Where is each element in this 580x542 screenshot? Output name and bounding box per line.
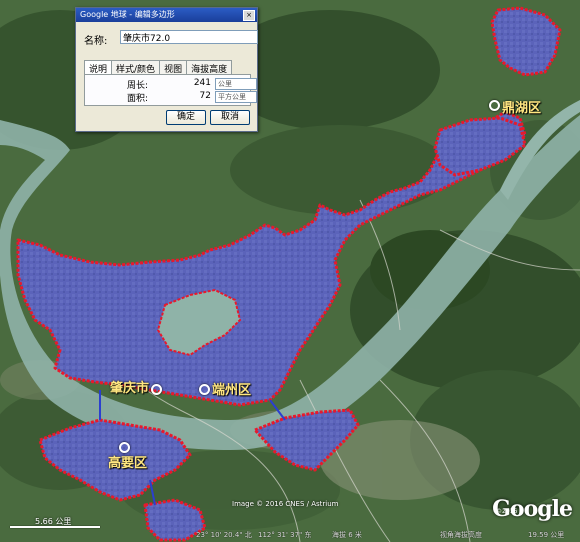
area-row: 面积: 72 平方公里 xyxy=(127,91,257,104)
status-footer: 23° 10' 20.4" 北 112° 31' 37" 东 海拔 6 米 视角… xyxy=(0,528,580,542)
cancel-button[interactable]: 取消 xyxy=(210,110,250,125)
measurement-panel: 周长: 241 公里 面积: 72 平方公里 xyxy=(84,74,257,106)
perimeter-row: 周长: 241 公里 xyxy=(127,78,257,91)
imagery-copyright: Image © 2016 CNES / Astrium xyxy=(232,500,339,508)
area-value: 72 xyxy=(199,91,211,101)
ok-button[interactable]: 确定 xyxy=(166,110,206,125)
place-label-duanzhou: 端州区 xyxy=(212,383,252,398)
dinghu-marker[interactable] xyxy=(489,100,500,111)
logo-year: ©2016 xyxy=(496,508,518,515)
area-unit-select[interactable]: 平方公里 xyxy=(215,91,257,103)
footer-altitude: 海拔 6 米 xyxy=(332,531,362,539)
zhaoqing-marker[interactable] xyxy=(151,384,162,395)
area-label: 面积: xyxy=(127,94,149,104)
footer-longitude: 112° 31' 37" 东 xyxy=(258,531,312,539)
footer-eye-label: 视角海拔高度 xyxy=(440,531,482,539)
duanzhou-marker[interactable] xyxy=(199,384,210,395)
perimeter-unit-select[interactable]: 公里 xyxy=(215,78,257,90)
footer-latitude: 23° 10' 20.4" 北 xyxy=(196,531,252,539)
perimeter-label: 周长: xyxy=(127,81,149,91)
perimeter-value: 241 xyxy=(193,78,211,88)
place-label-dinghu: 鼎湖区 xyxy=(502,101,542,116)
name-row: 名称: xyxy=(84,30,258,47)
place-label-zhaoqing: 肇庆市 xyxy=(110,381,150,396)
edit-polygon-dialog[interactable]: Google 地球 - 编辑多边形 × 名称: 说明 样式/颜色 视图 海拔高度… xyxy=(75,7,258,132)
dialog-titlebar[interactable]: Google 地球 - 编辑多边形 × xyxy=(76,8,257,22)
name-input[interactable] xyxy=(120,30,258,44)
footer-eye-value: 19.59 公里 xyxy=(528,531,565,539)
dialog-title: Google 地球 - 编辑多边形 xyxy=(80,10,175,19)
place-label-gaoyao: 高要区 xyxy=(108,456,148,471)
name-label: 名称: xyxy=(84,36,108,47)
close-button[interactable]: × xyxy=(243,10,255,21)
